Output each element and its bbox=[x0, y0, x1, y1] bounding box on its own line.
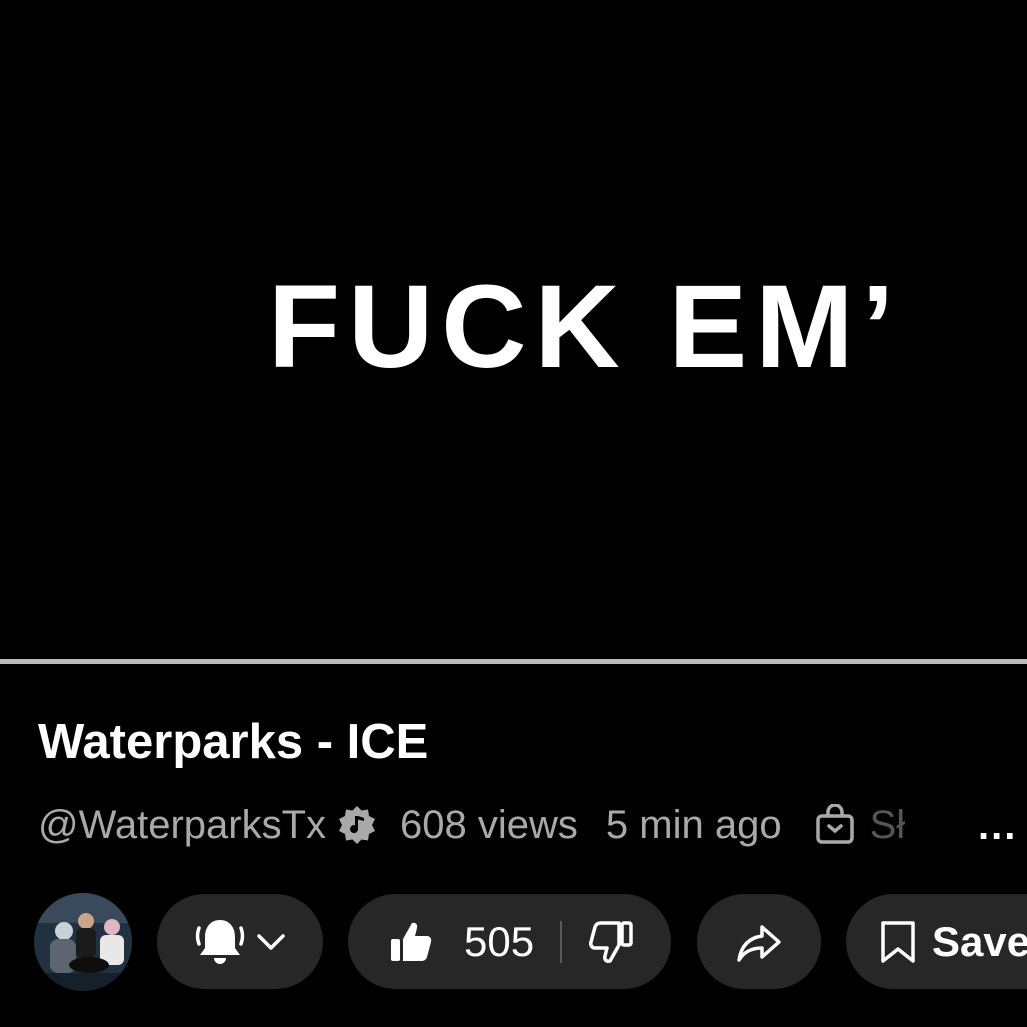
video-caption-text: FUCK EM’ bbox=[268, 261, 903, 393]
action-bar: 505 Save bbox=[0, 893, 1027, 991]
video-progress-bar[interactable] bbox=[0, 659, 1027, 664]
channel-avatar[interactable] bbox=[34, 893, 132, 991]
share-button[interactable] bbox=[697, 894, 821, 989]
more-info-button[interactable]: ... bbox=[978, 804, 1017, 849]
shop-label[interactable]: Sł bbox=[870, 803, 906, 848]
save-button[interactable]: Save bbox=[846, 894, 1027, 989]
like-dislike-group: 505 bbox=[348, 894, 671, 989]
notification-bell-icon bbox=[192, 914, 248, 970]
video-meta-row: @WaterparksTx 608 views 5 min ago Sł bbox=[38, 800, 905, 850]
view-count: 608 views bbox=[400, 802, 578, 847]
channel-handle[interactable]: @WaterparksTx bbox=[38, 803, 326, 848]
video-title[interactable]: Waterparks - ICE bbox=[38, 718, 428, 767]
chevron-down-icon bbox=[254, 925, 288, 959]
subscription-bell-button[interactable] bbox=[157, 894, 323, 989]
thumbs-up-icon[interactable] bbox=[388, 919, 434, 965]
bookmark-icon bbox=[878, 919, 918, 965]
music-note-verified-badge-icon bbox=[336, 804, 378, 846]
like-count: 505 bbox=[464, 917, 535, 965]
shopping-bag-icon[interactable] bbox=[814, 804, 856, 846]
like-dislike-divider bbox=[560, 920, 563, 963]
thumbs-down-icon[interactable] bbox=[588, 919, 634, 965]
youtube-watch-page: FUCK EM’ Waterparks - ICE @WaterparksTx … bbox=[0, 0, 1027, 1027]
save-label: Save bbox=[932, 917, 1027, 965]
video-player[interactable]: FUCK EM’ bbox=[0, 0, 1027, 664]
share-arrow-icon bbox=[735, 918, 783, 966]
upload-time: 5 min ago bbox=[605, 802, 782, 847]
